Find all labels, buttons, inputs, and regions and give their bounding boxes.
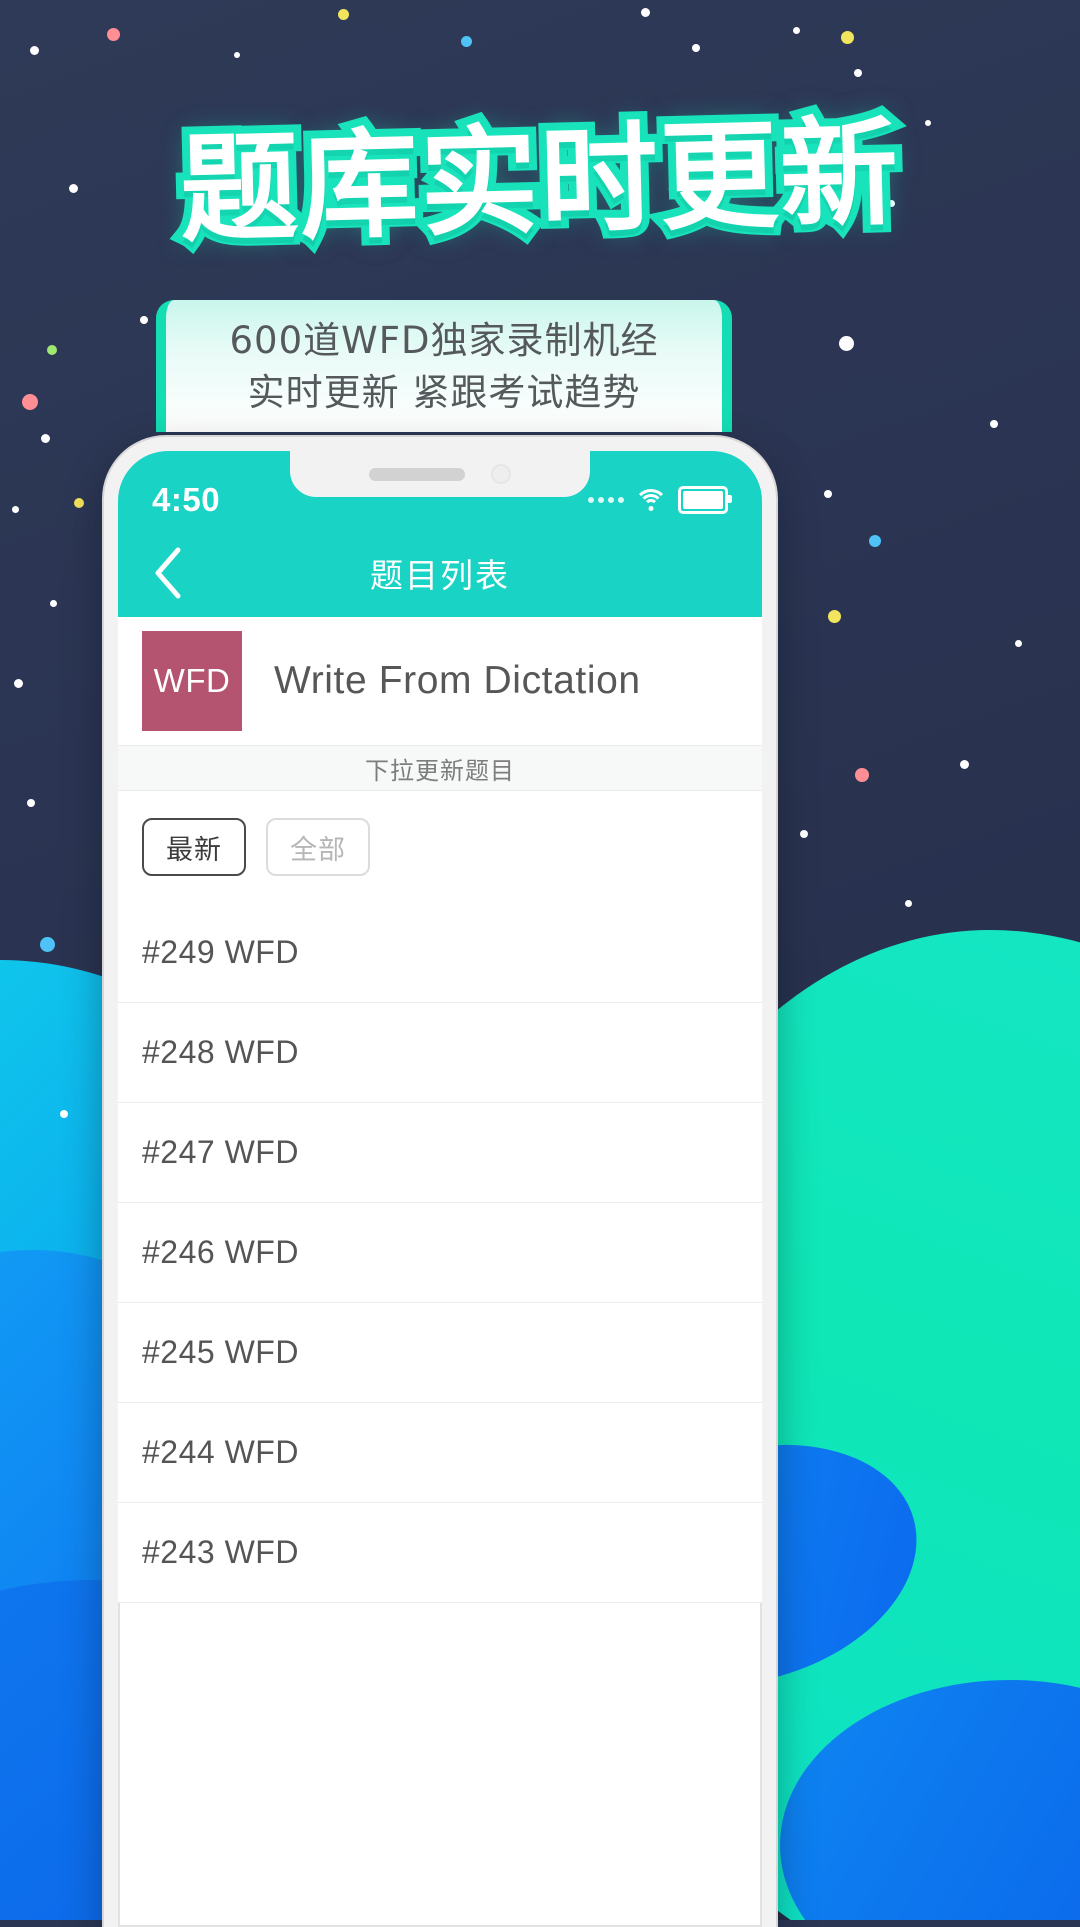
list-item[interactable]: #243 WFD [118,1503,762,1603]
list-item-label: #243 WFD [142,1534,299,1570]
filter-button-0[interactable]: 最新 [142,818,246,876]
pull-to-refresh-hint: 下拉更新题目 [118,745,762,791]
star-dot [40,937,55,952]
star-dot [641,8,650,17]
front-camera-icon [491,464,511,484]
wfd-header-card[interactable]: WFD Write From Dictation [118,617,762,745]
star-dot [234,52,240,58]
star-dot [69,184,78,193]
list-item-label: #248 WFD [142,1034,299,1070]
star-dot [50,600,57,607]
star-dot [905,900,912,907]
star-dot [925,120,931,126]
star-dot [828,610,841,623]
star-dot [41,434,50,443]
list-item-label: #247 WFD [142,1134,299,1170]
star-dot [692,44,700,52]
battery-icon [678,486,732,514]
question-list: #249 WFD #248 WFD #247 WFD #246 WFD #245 WFD… [118,903,762,1603]
star-dot [839,336,854,351]
status-icons [588,466,732,514]
star-dot [30,46,39,55]
nav-bar: 题目列表 [118,529,762,617]
status-time: 4:50 [152,481,221,518]
star-dot [107,28,120,41]
list-item[interactable]: #245 WFD [118,1303,762,1403]
subtitle-line-1: 600道WFD独家录制机经 [229,318,659,362]
list-item-label: #246 WFD [142,1234,299,1270]
subtitle-panel: 600道WFD独家录制机经 实时更新 紧跟考试趋势 [156,300,732,432]
subtitle-line-2: 实时更新 紧跟考试趋势 [247,371,641,415]
list-item-label: #245 WFD [142,1334,299,1370]
list-item[interactable]: #247 WFD [118,1103,762,1203]
star-dot [47,345,57,355]
star-dot [824,490,832,498]
back-chevron-icon [155,547,181,599]
star-dot [461,36,472,47]
star-dot [960,760,969,769]
nav-title: 题目列表 [370,556,510,595]
wifi-icon [634,489,668,511]
signal-dots-icon [588,497,624,503]
filter-button-1[interactable]: 全部 [266,818,370,876]
star-dot [12,506,19,513]
list-item-label: #249 WFD [142,934,299,970]
phone-mockup: 4:50 题目列表 WFD Write From Dictation 下拉更新题… [104,437,776,1927]
star-dot [841,31,854,44]
wfd-title: Write From Dictation [274,659,641,702]
filter-button-label: 全部 [290,834,346,866]
list-item[interactable]: #244 WFD [118,1403,762,1503]
speaker-grill [369,467,465,481]
star-dot [22,394,38,410]
star-dot [140,316,148,324]
star-dot [27,799,35,807]
star-dot [869,535,881,547]
filter-button-label: 最新 [166,834,222,866]
wfd-badge: WFD [142,631,242,731]
star-dot [854,69,862,77]
status-bar: 4:50 [118,451,762,529]
back-button[interactable] [140,545,196,601]
list-item[interactable]: #248 WFD [118,1003,762,1103]
star-dot [750,130,758,138]
star-dot [800,830,808,838]
star-dot [247,127,255,135]
phone-screen: 4:50 题目列表 WFD Write From Dictation 下拉更新题… [118,451,762,1927]
list-item-label: #244 WFD [142,1434,299,1470]
star-dot [888,200,895,207]
star-dot [338,9,349,20]
star-dot [1015,640,1022,647]
star-dot [855,768,869,782]
list-item[interactable]: #249 WFD [118,903,762,1003]
star-dot [60,1110,68,1118]
star-dot [14,679,23,688]
list-item[interactable]: #246 WFD [118,1203,762,1303]
filter-row: 最新 全部 [118,791,762,903]
star-dot [793,27,800,34]
phone-notch [290,451,590,497]
star-dot [990,420,998,428]
star-dot [74,498,84,508]
